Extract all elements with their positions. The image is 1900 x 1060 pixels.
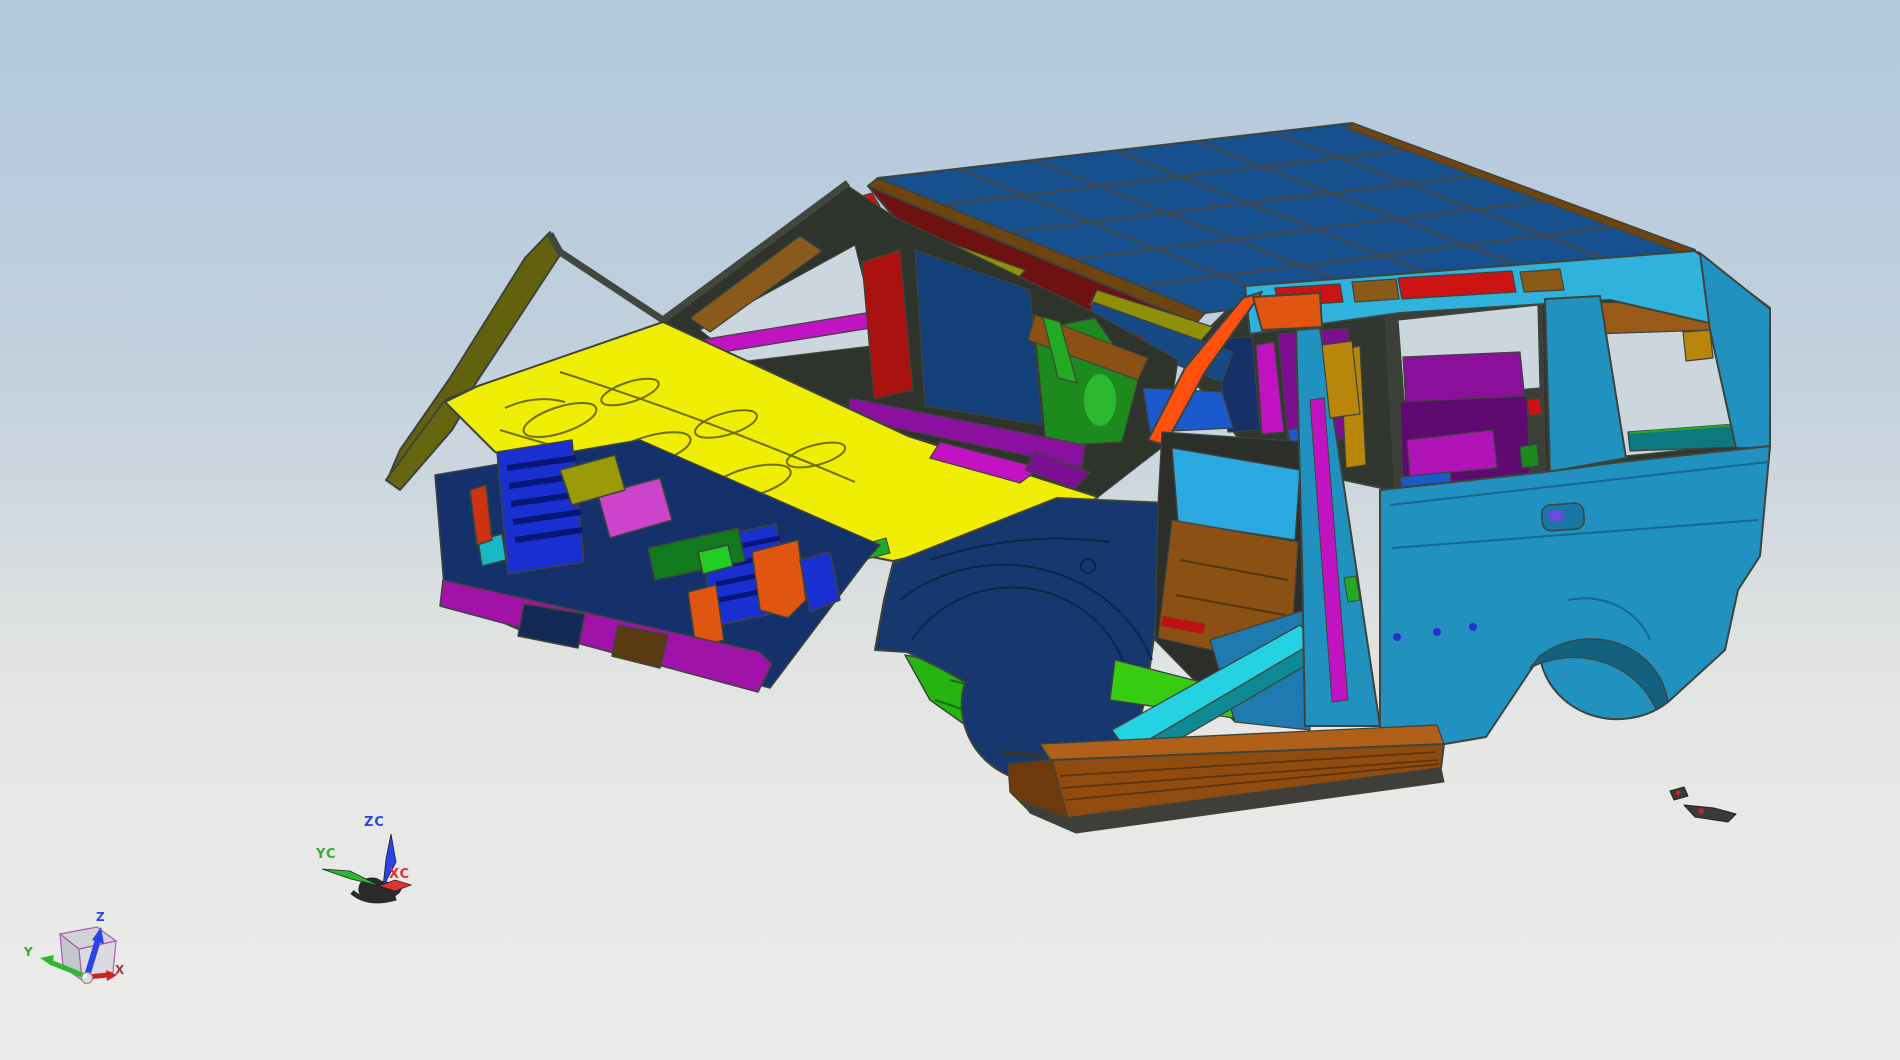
wcs-yc-label: YC bbox=[316, 847, 337, 862]
front-orange-strut-2[interactable] bbox=[751, 539, 807, 619]
csys-y-arrowhead bbox=[40, 955, 54, 966]
cad-viewport[interactable]: ZC YC XC Z Y X bbox=[0, 0, 1900, 1060]
quarter-panel[interactable] bbox=[1379, 445, 1771, 745]
csys-z-label: Z bbox=[96, 910, 106, 924]
csys-origin-highlight bbox=[83, 974, 87, 978]
viewport-3d-canvas[interactable] bbox=[0, 0, 1900, 1060]
door-handle-pocket[interactable] bbox=[1541, 502, 1585, 532]
wcs-zc-label: ZC bbox=[364, 815, 385, 830]
wcs-xc-label: XC bbox=[389, 867, 411, 882]
csys-y-label: Y bbox=[24, 945, 34, 959]
rail-brown-patch-2[interactable] bbox=[1519, 268, 1565, 293]
seat-highlight bbox=[1084, 374, 1116, 426]
csys-x-label: X bbox=[115, 963, 126, 977]
rail-orange-patch[interactable] bbox=[1252, 292, 1323, 331]
datum-csys[interactable] bbox=[40, 926, 118, 985]
rail-brown-patch[interactable] bbox=[1351, 278, 1400, 303]
csys-origin-ball[interactable] bbox=[80, 971, 94, 985]
car-body-model[interactable] bbox=[385, 122, 1771, 834]
loose-brackets[interactable] bbox=[1669, 786, 1737, 823]
